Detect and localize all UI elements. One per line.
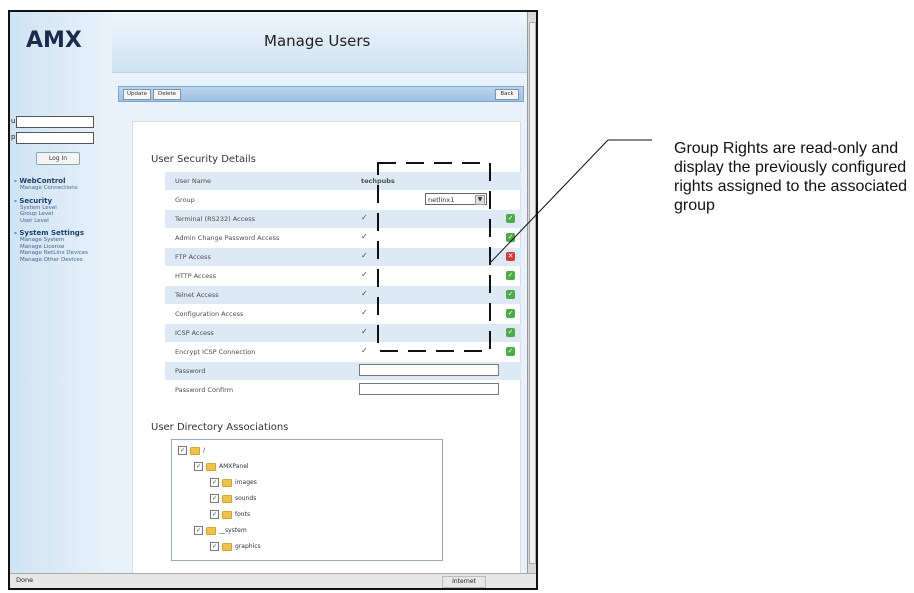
group-rights-highlight-box bbox=[377, 162, 491, 352]
callout-leader-line bbox=[489, 139, 609, 264]
callout-text: Group Rights are read-only and display t… bbox=[674, 140, 908, 214]
callout-lines bbox=[377, 139, 652, 352]
